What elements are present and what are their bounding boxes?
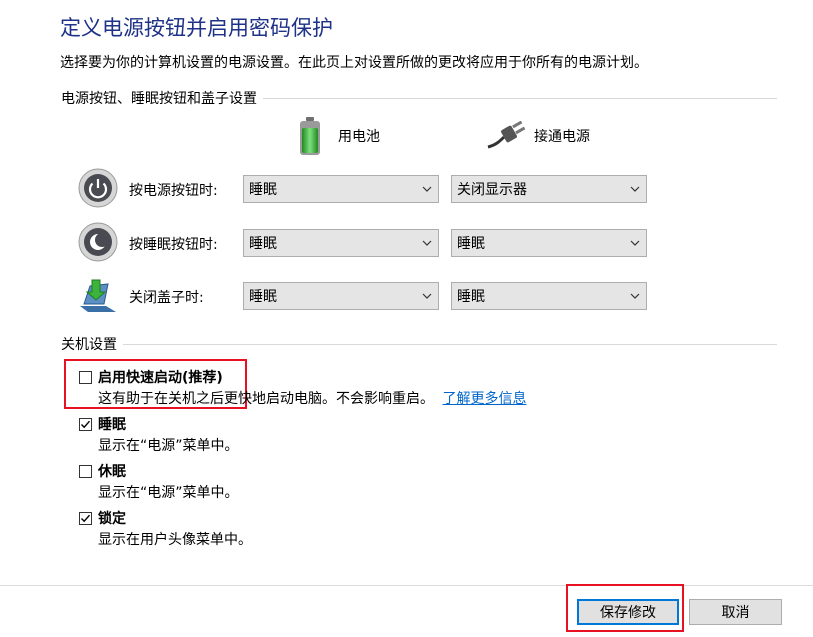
chevron-down-icon — [416, 186, 438, 192]
power-section-header: 电源按钮、睡眠按钮和盖子设置 — [61, 88, 777, 108]
page-title: 定义电源按钮并启用密码保护 — [60, 16, 333, 40]
battery-column-header: 用电池 — [296, 116, 380, 156]
battery-icon — [300, 117, 320, 155]
lock-option[interactable]: 锁定 — [79, 508, 126, 528]
lid-close-label: 关闭盖子时: — [129, 290, 204, 306]
select-value: 关闭显示器 — [457, 182, 527, 198]
power-button-plugged-select[interactable]: 关闭显示器 — [451, 175, 647, 203]
shutdown-section-heading: 关机设置 — [61, 337, 117, 353]
lock-label: 锁定 — [98, 511, 126, 527]
hibernate-desc: 显示在“电源”菜单中。 — [98, 485, 239, 501]
check-icon — [81, 420, 91, 428]
hibernate-label: 休眠 — [98, 464, 126, 480]
select-value: 睡眠 — [249, 289, 277, 305]
select-value: 睡眠 — [249, 182, 277, 198]
power-section-heading: 电源按钮、睡眠按钮和盖子设置 — [61, 91, 257, 107]
section-divider — [263, 97, 777, 99]
select-value: 睡眠 — [457, 236, 485, 252]
learn-more-link[interactable]: 了解更多信息 — [442, 391, 526, 407]
hibernate-checkbox[interactable] — [79, 464, 92, 478]
power-button-battery-select[interactable]: 睡眠 — [243, 175, 439, 203]
shutdown-section-header: 关机设置 — [61, 334, 777, 354]
chevron-down-icon — [416, 293, 438, 299]
power-icon — [78, 168, 118, 208]
sleep-button-battery-select[interactable]: 睡眠 — [243, 229, 439, 257]
sleep-button-label: 按睡眠按钮时: — [129, 237, 218, 253]
chevron-down-icon — [624, 293, 646, 299]
fast-startup-checkbox[interactable] — [79, 370, 92, 384]
section-divider — [123, 343, 777, 345]
power-plug-icon — [487, 121, 526, 149]
lid-close-plugged-select[interactable]: 睡眠 — [451, 282, 647, 310]
plugged-column-header: 接通电源 — [486, 121, 590, 151]
plugged-column-label: 接通电源 — [534, 129, 590, 145]
sleep-button-plugged-select[interactable]: 睡眠 — [451, 229, 647, 257]
cancel-button[interactable]: 取消 — [689, 599, 782, 625]
sleep-moon-icon — [78, 222, 118, 262]
laptop-lid-icon — [80, 279, 116, 312]
power-button-label: 按电源按钮时: — [129, 183, 218, 199]
footer-divider — [0, 585, 813, 586]
lock-desc: 显示在用户头像菜单中。 — [98, 532, 252, 548]
chevron-down-icon — [416, 240, 438, 246]
select-value: 睡眠 — [457, 289, 485, 305]
fast-startup-desc: 这有助于在关机之后更快地启动电脑。不会影响重启。 — [98, 391, 434, 407]
fast-startup-option[interactable]: 启用快速启动(推荐) — [79, 367, 223, 387]
lock-checkbox[interactable] — [79, 511, 92, 525]
fast-startup-label: 启用快速启动(推荐) — [98, 370, 223, 386]
sleep-label: 睡眠 — [98, 417, 126, 433]
page-description: 选择要为你的计算机设置的电源设置。在此页上对设置所做的更改将应用于你所有的电源计… — [60, 55, 648, 71]
sleep-desc: 显示在“电源”菜单中。 — [98, 438, 239, 454]
fast-startup-desc-row: 这有助于在关机之后更快地启动电脑。不会影响重启。 了解更多信息 — [98, 388, 526, 408]
sleep-option[interactable]: 睡眠 — [79, 414, 126, 434]
hibernate-option[interactable]: 休眠 — [79, 461, 126, 481]
sleep-checkbox[interactable] — [79, 417, 92, 431]
chevron-down-icon — [624, 240, 646, 246]
chevron-down-icon — [624, 186, 646, 192]
select-value: 睡眠 — [249, 236, 277, 252]
save-changes-button[interactable]: 保存修改 — [577, 599, 679, 625]
lid-close-battery-select[interactable]: 睡眠 — [243, 282, 439, 310]
check-icon — [81, 514, 91, 522]
battery-column-label: 用电池 — [338, 129, 380, 145]
